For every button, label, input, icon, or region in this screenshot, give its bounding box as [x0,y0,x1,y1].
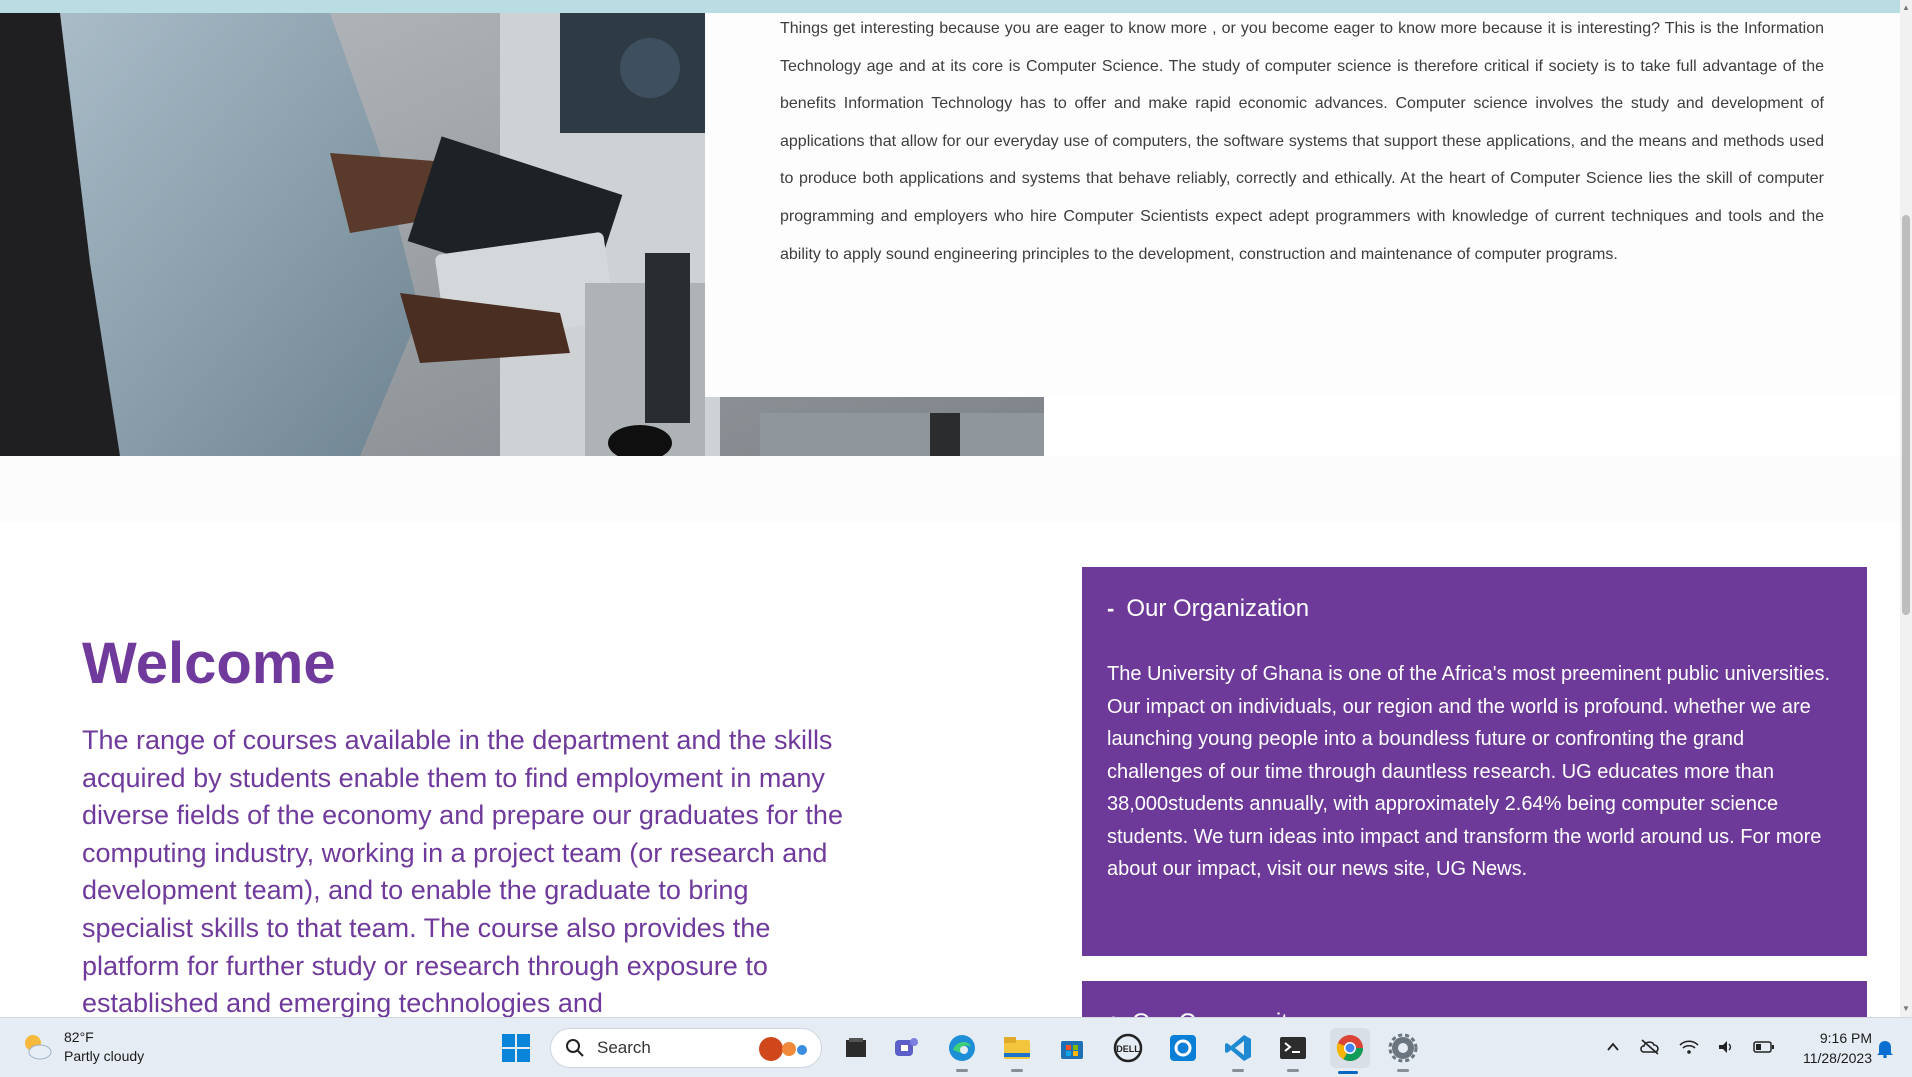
community-title[interactable]: Our Community [1132,1009,1300,1017]
browser-viewport: Things get interesting because you are e… [0,0,1912,1017]
chevron-up-icon[interactable] [1605,1039,1621,1058]
edge-icon[interactable] [944,1030,980,1072]
community-accordion: + Our Community [1082,981,1867,1017]
settings-icon[interactable] [1385,1030,1421,1072]
taskbar: 82°F Partly cloudy Search DELL 9:16 PM 1… [0,1017,1912,1077]
weather-temperature: 82°F [64,1029,94,1045]
weather-condition: Partly cloudy [64,1048,145,1064]
cortana-icon[interactable] [1165,1030,1201,1066]
system-clock[interactable]: 9:16 PM 11/28/2023 [1780,1028,1872,1068]
wifi-icon[interactable] [1679,1039,1699,1058]
chrome-icon[interactable] [1330,1028,1370,1074]
terminal-icon[interactable] [1275,1030,1311,1072]
system-tray [1605,1032,1775,1064]
organization-title[interactable]: Our Organization [1126,595,1309,623]
store-icon[interactable] [1054,1030,1090,1066]
welcome-title: Welcome [82,631,336,696]
scrollbar-thumb[interactable] [1902,215,1910,615]
weather-widget[interactable]: 82°F Partly cloudy [20,1028,144,1066]
battery-icon[interactable] [1753,1040,1775,1057]
taskbar-search[interactable]: Search [550,1028,822,1068]
search-highlight-icon [759,1037,807,1061]
search-icon [566,1039,584,1057]
file-explorer-dark-icon[interactable] [838,1030,874,1066]
intro-paragraph: Things get interesting because you are e… [780,20,1824,263]
svg-text:DELL: DELL [1116,1044,1140,1054]
clock-time: 9:16 PM [1819,1030,1872,1046]
organization-accordion-header[interactable]: - Our Organization [1082,567,1867,623]
collapse-icon[interactable]: - [1107,596,1114,622]
welcome-body: The range of courses available in the de… [82,725,843,1017]
organization-body: The University of Ghana is one of the Af… [1107,663,1831,880]
partly-cloudy-icon [20,1030,54,1064]
dell-icon[interactable]: DELL [1110,1030,1146,1066]
onedrive-off-icon[interactable] [1639,1038,1661,1059]
search-placeholder: Search [597,1038,651,1057]
expand-icon[interactable]: + [1107,1010,1120,1017]
section-divider [0,456,1900,522]
file-explorer-icon[interactable] [999,1030,1035,1072]
organization-accordion: - Our Organization The University of Gha… [1082,567,1867,956]
windows-start-icon[interactable] [500,1032,532,1064]
community-accordion-header[interactable]: + Our Community [1082,981,1867,1017]
volume-icon[interactable] [1717,1039,1735,1058]
clock-date: 11/28/2023 [1802,1050,1872,1066]
vertical-scrollbar[interactable]: ▲ ▼ [1900,0,1912,1017]
scroll-up-arrow-icon[interactable]: ▲ [1900,2,1912,14]
teams-icon[interactable] [888,1030,924,1066]
notification-bell-icon[interactable] [1876,1038,1894,1059]
scroll-down-arrow-icon[interactable]: ▼ [1900,1003,1912,1015]
vscode-icon[interactable] [1220,1030,1256,1072]
